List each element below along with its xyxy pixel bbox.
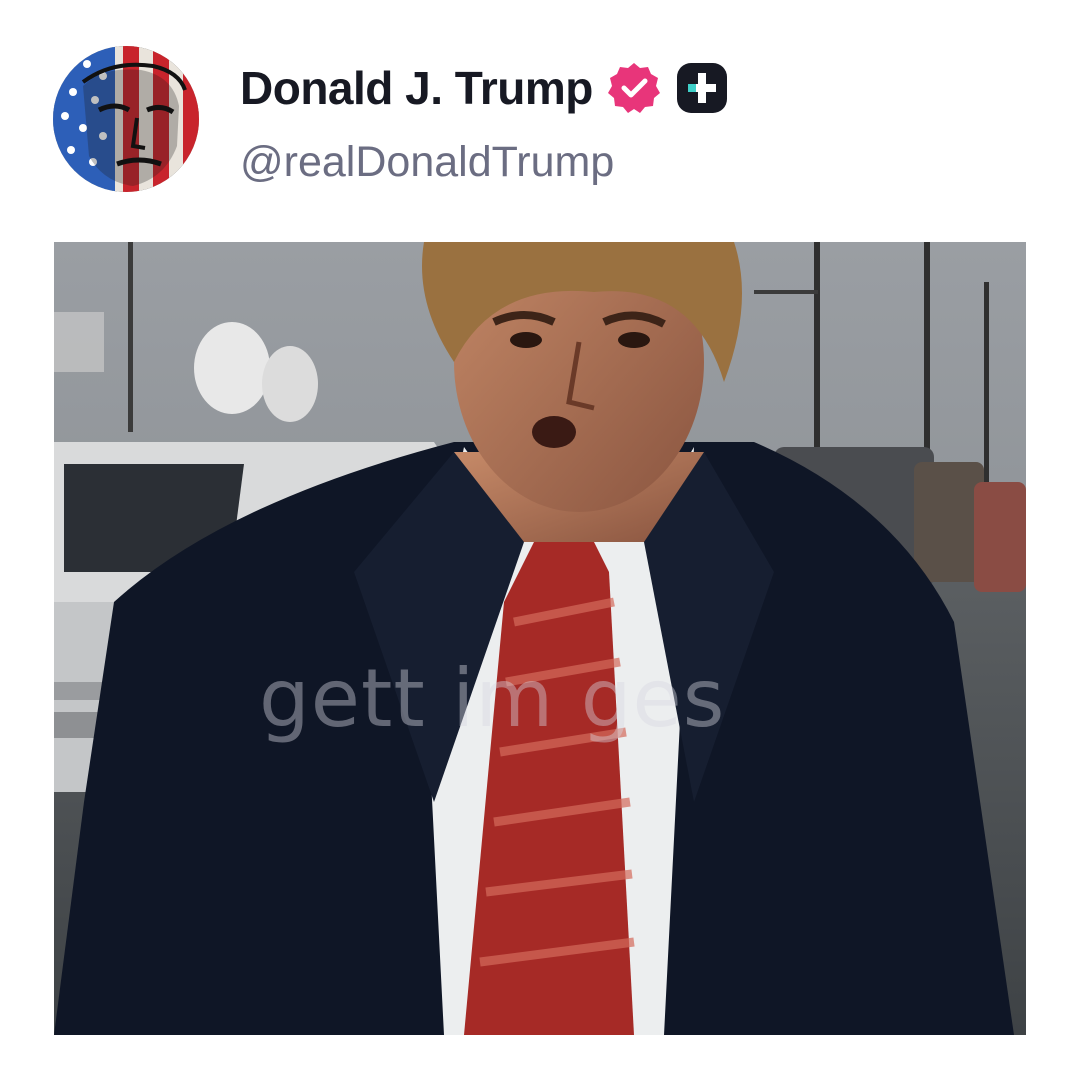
author-handle[interactable]: @realDonaldTrump bbox=[240, 138, 614, 187]
author-name-row: Donald J. Trump bbox=[240, 58, 729, 118]
avatar[interactable] bbox=[53, 46, 199, 192]
getty-watermark: gett im ges bbox=[259, 652, 726, 745]
verified-check-icon bbox=[607, 63, 660, 113]
avatar-image bbox=[53, 46, 199, 192]
author-display-name[interactable]: Donald J. Trump bbox=[240, 61, 593, 115]
video-frame-image bbox=[54, 242, 1026, 1035]
post-header: Donald J. Trump @realDonaldTrump bbox=[0, 0, 1080, 230]
post-media-video[interactable]: gett im ges bbox=[54, 242, 1026, 1035]
truth-social-icon[interactable] bbox=[675, 61, 729, 115]
